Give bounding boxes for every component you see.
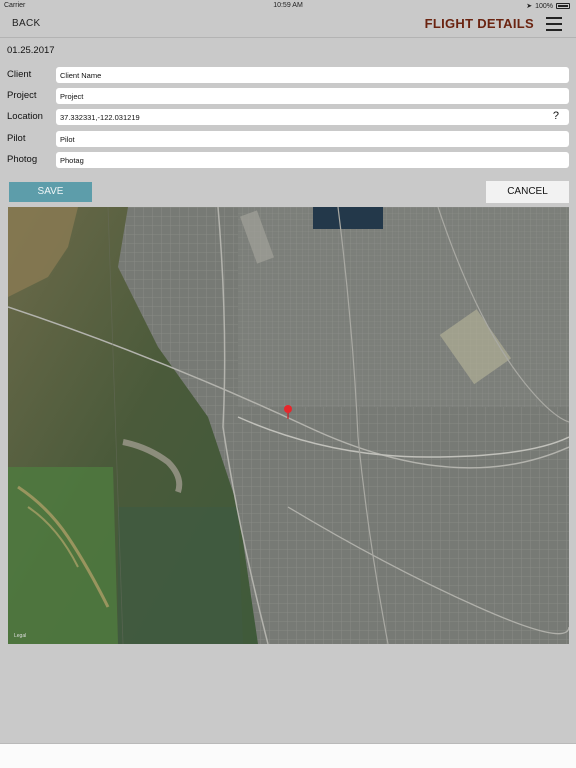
photog-row: Photog Photag: [0, 152, 576, 168]
location-field[interactable]: 37.332331,-122.031219 ?: [56, 109, 569, 125]
back-button[interactable]: BACK: [12, 18, 40, 29]
clock: 10:59 AM: [273, 2, 303, 9]
photog-label: Photog: [7, 154, 38, 165]
pilot-row: Pilot Pilot: [0, 131, 576, 147]
client-field[interactable]: Client Name: [56, 67, 569, 83]
location-arrow-icon: ➤: [526, 3, 533, 10]
navigation-bar: BACK FLIGHT DETAILS: [0, 12, 576, 38]
cancel-button[interactable]: CANCEL: [486, 181, 569, 203]
status-right: ➤ 100%: [526, 2, 570, 10]
save-button[interactable]: SAVE: [9, 182, 92, 202]
photog-field[interactable]: Photag: [56, 152, 569, 168]
page-title: FLIGHT DETAILS: [424, 16, 534, 31]
location-label: Location: [7, 111, 43, 122]
help-icon[interactable]: ?: [553, 110, 559, 122]
battery-percent: 100%: [535, 2, 553, 10]
project-label: Project: [7, 90, 37, 101]
hamburger-menu-icon[interactable]: [546, 17, 562, 31]
client-row: Client Client Name: [0, 67, 576, 83]
pilot-label: Pilot: [7, 133, 26, 144]
client-label: Client: [7, 69, 32, 80]
bottom-bar: [0, 743, 576, 768]
map-pin-icon[interactable]: [284, 405, 292, 413]
location-value: 37.332331,-122.031219: [60, 113, 140, 122]
map-imagery: [8, 207, 569, 644]
battery-icon: [556, 3, 570, 9]
pilot-field[interactable]: Pilot: [56, 131, 569, 147]
status-bar: Carrier 10:59 AM ➤ 100%: [0, 0, 576, 12]
flight-date: 01.25.2017: [7, 45, 55, 56]
project-field[interactable]: Project: [56, 88, 569, 104]
satellite-map[interactable]: Legal: [8, 207, 569, 644]
project-row: Project Project: [0, 88, 576, 104]
location-row: Location 37.332331,-122.031219 ?: [0, 109, 576, 125]
map-legal-link[interactable]: Legal: [14, 633, 26, 639]
